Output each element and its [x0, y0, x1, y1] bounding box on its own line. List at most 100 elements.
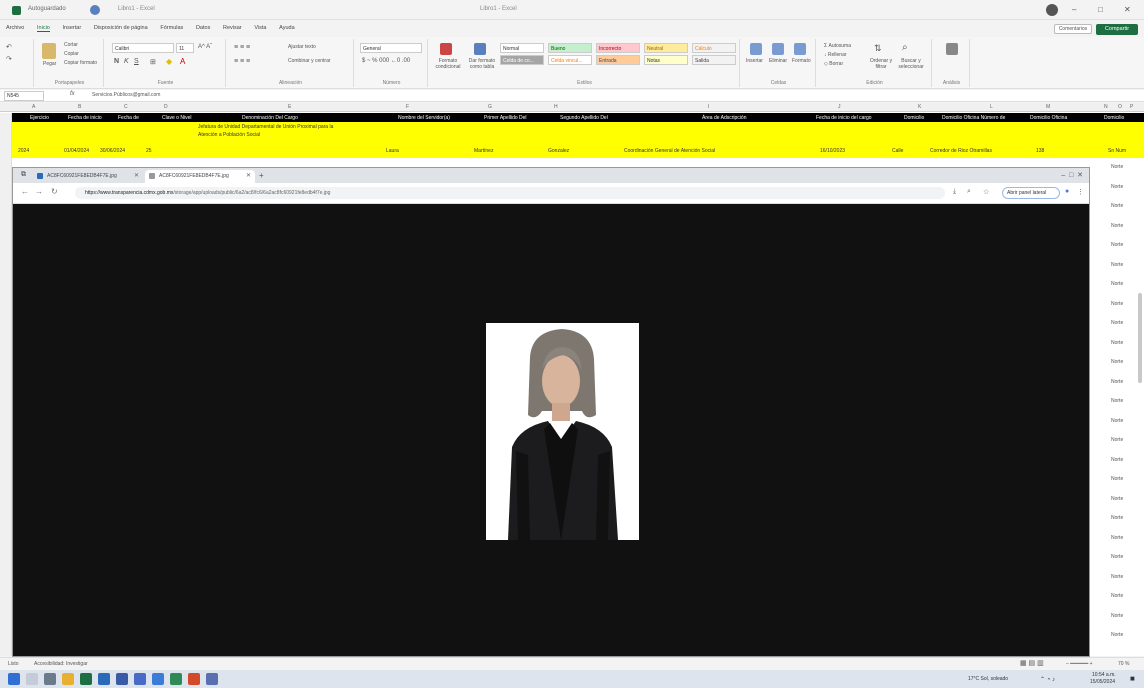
view-buttons-icon[interactable]: ▦ ▤ ▥ [1020, 659, 1044, 667]
table-header-cell[interactable]: Ejercicio [30, 115, 49, 121]
edge-taskbar-icon[interactable] [152, 673, 164, 685]
comments-button[interactable]: Comentarios [1054, 24, 1092, 34]
find-select-button[interactable]: Buscar y seleccionar [896, 58, 926, 70]
data-cell[interactable]: Norte [1111, 632, 1123, 638]
analyze-data-icon[interactable] [946, 43, 958, 55]
cell-style-option[interactable]: Entrada [596, 55, 640, 65]
menu-icon[interactable]: ⋮ [1077, 188, 1084, 196]
table-header-cell[interactable]: Denominación Del Cargo [242, 115, 298, 121]
data-cell[interactable]: Norte [1111, 574, 1123, 580]
paste-button[interactable]: Pegar [43, 61, 56, 67]
tab-home[interactable]: Inicio [37, 25, 50, 32]
table-header-cell[interactable]: Fecha de [118, 115, 139, 121]
format-cells-icon[interactable] [794, 43, 806, 55]
data-cell[interactable]: 25 [146, 148, 152, 154]
column-header[interactable]: C [124, 104, 128, 110]
share-button[interactable]: Compartir [1096, 24, 1138, 35]
data-cell[interactable]: Norte [1111, 437, 1123, 443]
data-cell[interactable]: 138 [1036, 148, 1044, 154]
insert-cells-button[interactable]: Insertar [746, 58, 763, 64]
column-header[interactable]: M [1046, 104, 1050, 110]
outlook-taskbar-icon[interactable] [134, 673, 146, 685]
clear-button[interactable]: ◇ Borrar [824, 61, 843, 67]
tab-actions-icon[interactable]: ⧉ [21, 171, 26, 179]
data-cell[interactable]: Laura [386, 148, 399, 154]
grow-font-icon[interactable]: A^ Aˇ [198, 44, 212, 50]
column-header[interactable]: D [164, 104, 168, 110]
cell-position-line1[interactable]: Jefatura de Unidad Departamental de Unió… [198, 124, 333, 130]
cell-style-option[interactable]: Neutral [644, 43, 688, 53]
table-header-cell[interactable]: Área de Adscripción [702, 115, 746, 121]
clock-date[interactable]: 15/05/2024 [1090, 679, 1115, 685]
profile-icon[interactable]: ● [1065, 188, 1069, 195]
address-bar[interactable]: https://www.transparencia.cdmx.gob.mx/st… [75, 187, 945, 199]
word-taskbar-icon[interactable] [116, 673, 128, 685]
task-view-icon[interactable] [44, 673, 56, 685]
column-header[interactable]: G [488, 104, 492, 110]
chrome-taskbar-icon[interactable] [98, 673, 110, 685]
font-size-select[interactable]: 11 [176, 43, 194, 53]
close-tab-icon[interactable]: ✕ [246, 170, 251, 182]
clock-time[interactable]: 10:54 a.m. [1092, 672, 1116, 678]
insert-cells-icon[interactable] [750, 43, 762, 55]
autosave-toggle[interactable]: Autoguardado [28, 6, 66, 12]
data-cell[interactable]: 2024 [18, 148, 29, 154]
browser-tab-1[interactable]: AC8FC60921FE8EDB4F7E.jpg ✕ [33, 170, 143, 183]
zoom-level[interactable]: 70 % [1118, 661, 1129, 667]
tab-view[interactable]: Vista [254, 25, 266, 31]
table-header-cell[interactable]: Clave o Nivel [162, 115, 191, 121]
column-header[interactable]: J [838, 104, 841, 110]
tray-icons[interactable]: ⌃ ◔ ♪ [1040, 676, 1055, 683]
data-cell[interactable]: Norte [1111, 515, 1123, 521]
data-cell[interactable]: Norte [1111, 223, 1123, 229]
table-header-cell[interactable]: Primer Apellido Del [484, 115, 527, 121]
tab-help[interactable]: Ayuda [279, 25, 295, 31]
notification-icon[interactable]: ■ [1130, 674, 1135, 683]
tab-review[interactable]: Revisar [223, 25, 242, 31]
data-cell[interactable]: Norte [1111, 359, 1123, 365]
italic-icon[interactable]: K [124, 58, 129, 65]
font-name-select[interactable]: Calibri [112, 43, 174, 53]
weather-widget[interactable]: 17°C Sol, soleado [968, 676, 1008, 682]
delete-cells-icon[interactable] [772, 43, 784, 55]
data-cell[interactable]: Norte [1111, 554, 1123, 560]
save-icon[interactable] [90, 5, 100, 15]
delete-cells-button[interactable]: Eliminar [769, 58, 787, 64]
data-cell[interactable]: 01/04/2024 [64, 148, 89, 154]
tab-insert[interactable]: Insertar [63, 25, 82, 31]
file-explorer-icon[interactable] [62, 673, 74, 685]
close-tab-icon[interactable]: ✕ [134, 170, 139, 182]
align-left-icon[interactable]: ≡ ≡ ≡ [234, 58, 250, 65]
paste-icon[interactable] [42, 43, 56, 59]
data-cell[interactable]: Norte [1111, 203, 1123, 209]
accessibility-status[interactable]: Accesibilidad: Investigar [34, 661, 88, 667]
table-header-cell[interactable]: Fecha de inicio del cargo [816, 115, 872, 121]
font-color-icon[interactable]: A [180, 57, 185, 66]
table-header-cell[interactable]: Domicilio [1104, 115, 1124, 121]
refresh-icon[interactable]: ↻ [51, 187, 58, 196]
column-header[interactable]: H [554, 104, 558, 110]
data-cell[interactable]: Norte [1111, 320, 1123, 326]
table-header-cell[interactable]: Domicilio Oficina Número de [942, 115, 1005, 121]
browser-window-controls[interactable]: – □ ✕ [1061, 171, 1083, 179]
forward-icon[interactable]: → [35, 187, 43, 196]
align-top-icon[interactable]: ≡ ≡ ≡ [234, 44, 250, 51]
underline-icon[interactable]: S [134, 58, 139, 65]
cell-style-option[interactable]: Celda vincul... [548, 55, 592, 65]
data-cell[interactable]: Coordinación General de Atención Social [624, 148, 715, 154]
cell-style-option[interactable]: Celda de co... [500, 55, 544, 65]
cell-position-line2[interactable]: Atención a Población Social [198, 132, 260, 138]
borders-icon[interactable]: ⊞ [150, 58, 156, 66]
format-cells-button[interactable]: Formato [792, 58, 811, 64]
cell-style-option[interactable]: Salida [692, 55, 736, 65]
minimize-icon[interactable]: – [1072, 5, 1076, 14]
data-cell[interactable]: Sn Num [1108, 148, 1126, 154]
fill-button[interactable]: ↓ Rellenar [824, 52, 847, 58]
number-format-select[interactable]: General [360, 43, 422, 53]
tab-file[interactable]: Archivo [6, 25, 24, 31]
format-table-icon[interactable] [474, 43, 486, 55]
avatar[interactable] [1046, 4, 1058, 16]
data-cell[interactable]: Calle [892, 148, 903, 154]
maximize-icon[interactable]: □ [1098, 5, 1103, 14]
data-cell[interactable]: 30/06/2024 [100, 148, 125, 154]
